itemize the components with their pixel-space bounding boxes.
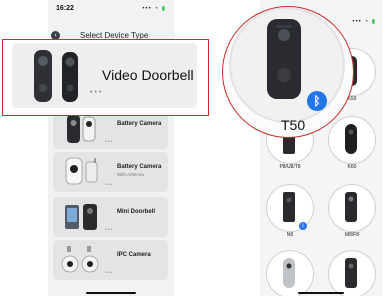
model-option[interactable] — [324, 250, 380, 296]
more-icon[interactable]: ••• — [105, 227, 113, 233]
card-label: Battery Camera — [117, 164, 162, 170]
card-label: Mini Doorbell — [117, 209, 155, 215]
device-card-video-doorbell[interactable]: Video Doorbell ••• — [12, 43, 197, 108]
device-card-ipc-camera[interactable]: IPC Camera ••• — [53, 240, 168, 280]
mini-doorbell-image — [65, 204, 97, 230]
model-label: T50 — [281, 117, 306, 133]
status-icons: ••• ◔ ▮ — [142, 5, 166, 12]
model-option-m8-f8[interactable]: M8/F8 — [324, 184, 380, 240]
wifi-icon: ◔ — [154, 6, 160, 12]
video-doorbell-image — [34, 50, 78, 102]
more-icon[interactable]: ••• — [90, 89, 103, 96]
doorbell-device-image — [283, 192, 295, 222]
doorbell-device-image — [283, 258, 295, 288]
t50-doorbell-image — [267, 19, 301, 99]
wifi-icon: ◔ — [364, 19, 370, 25]
home-indicator — [298, 292, 344, 294]
status-time: 16:22 — [56, 5, 74, 12]
signal-icon: ••• — [142, 6, 152, 12]
t50-zoom-callout: ᛒ T50 — [222, 6, 354, 138]
battery-icon: ▮ — [161, 6, 166, 12]
doorbell-device-image — [345, 124, 357, 154]
callout-title: Video Doorbell — [102, 67, 194, 83]
model-label: N8 — [286, 232, 294, 238]
video-doorbell-zoom-callout: Video Doorbell ••• — [2, 39, 209, 116]
device-card-battery-camera-antenna[interactable]: Battery Camera With Antenna ••• — [53, 152, 168, 192]
more-icon[interactable]: ••• — [105, 270, 113, 276]
model-label: P8/U8/T8 — [279, 164, 301, 170]
more-icon[interactable]: ••• — [105, 182, 113, 188]
more-icon[interactable]: ••• — [105, 139, 113, 145]
antenna-camera-image — [65, 157, 98, 185]
card-sublabel: With Antenna — [117, 172, 144, 177]
model-option-k60[interactable]: K60 — [324, 116, 380, 172]
battery-camera-image — [67, 115, 96, 143]
status-bar: 16:22 ••• ◔ ▮ — [48, 0, 174, 26]
model-option-n8[interactable]: ᛒ N8 — [262, 184, 318, 240]
home-indicator — [86, 292, 136, 294]
doorbell-device-image — [345, 192, 357, 222]
device-card-mini-doorbell[interactable]: Mini Doorbell ••• — [53, 197, 168, 237]
card-label: Battery Camera — [117, 121, 162, 127]
model-option[interactable] — [262, 250, 318, 296]
model-label: K60 — [347, 164, 357, 170]
model-label: M8/F8 — [344, 232, 360, 238]
battery-icon: ▮ — [371, 19, 376, 25]
doorbell-device-image — [345, 258, 357, 288]
bluetooth-icon: ᛒ — [307, 91, 327, 111]
ipc-camera-image — [61, 246, 99, 273]
card-label: IPC Camera — [117, 252, 151, 258]
signal-icon: ••• — [352, 19, 362, 25]
bluetooth-icon: ᛒ — [299, 222, 307, 230]
status-icons: ••• ◔ ▮ — [352, 18, 376, 25]
